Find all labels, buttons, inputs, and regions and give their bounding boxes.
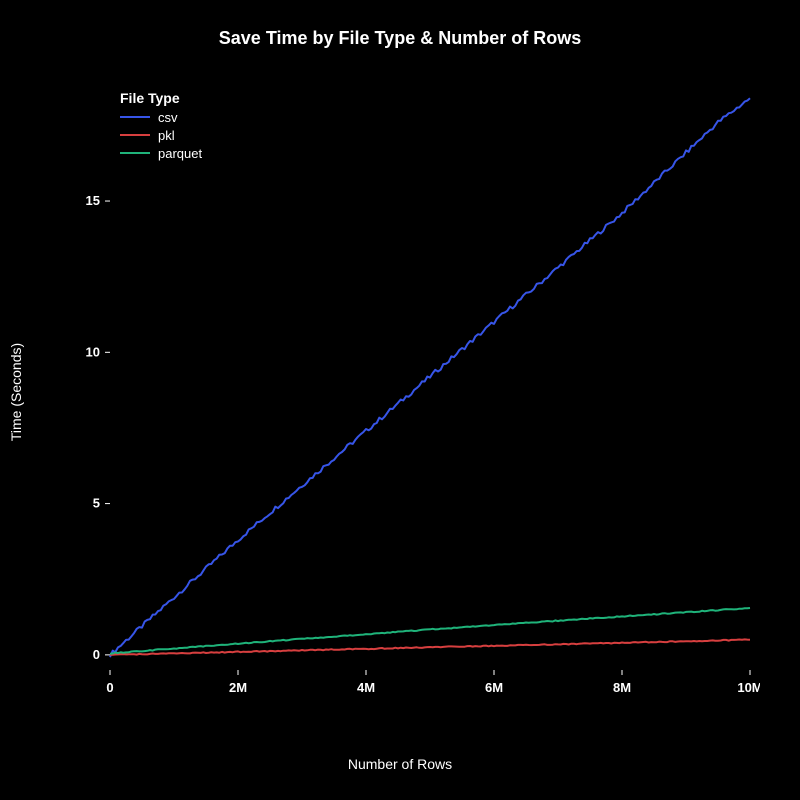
chart-title: Save Time by File Type & Number of Rows	[0, 28, 800, 49]
svg-text:10M: 10M	[737, 680, 760, 695]
legend: File Type csv pkl parquet	[120, 90, 202, 162]
svg-text:6M: 6M	[485, 680, 503, 695]
legend-title: File Type	[120, 90, 202, 106]
legend-swatch	[120, 116, 150, 118]
legend-swatch	[120, 152, 150, 154]
legend-label: parquet	[158, 146, 202, 161]
svg-text:4M: 4M	[357, 680, 375, 695]
svg-text:5: 5	[93, 496, 100, 511]
svg-text:2M: 2M	[229, 680, 247, 695]
svg-text:10: 10	[86, 344, 100, 359]
svg-text:0: 0	[106, 680, 113, 695]
plot-area: 0 2M 4M 6M 8M 10M 0 5 10 15	[80, 70, 760, 710]
y-axis-label: Time (Seconds)	[8, 294, 24, 392]
legend-item-parquet: parquet	[120, 144, 202, 162]
svg-text:15: 15	[86, 193, 100, 208]
svg-text:0: 0	[93, 647, 100, 662]
svg-text:8M: 8M	[613, 680, 631, 695]
series-pkl	[110, 639, 750, 654]
chart-container: Save Time by File Type & Number of Rows …	[0, 0, 800, 800]
series-csv	[110, 98, 750, 657]
legend-label: pkl	[158, 128, 175, 143]
legend-swatch	[120, 134, 150, 136]
x-axis-label: Number of Rows	[0, 756, 800, 772]
plot-svg: 0 2M 4M 6M 8M 10M 0 5 10 15	[80, 70, 760, 710]
legend-label: csv	[158, 110, 178, 125]
legend-item-csv: csv	[120, 108, 202, 126]
legend-item-pkl: pkl	[120, 126, 202, 144]
